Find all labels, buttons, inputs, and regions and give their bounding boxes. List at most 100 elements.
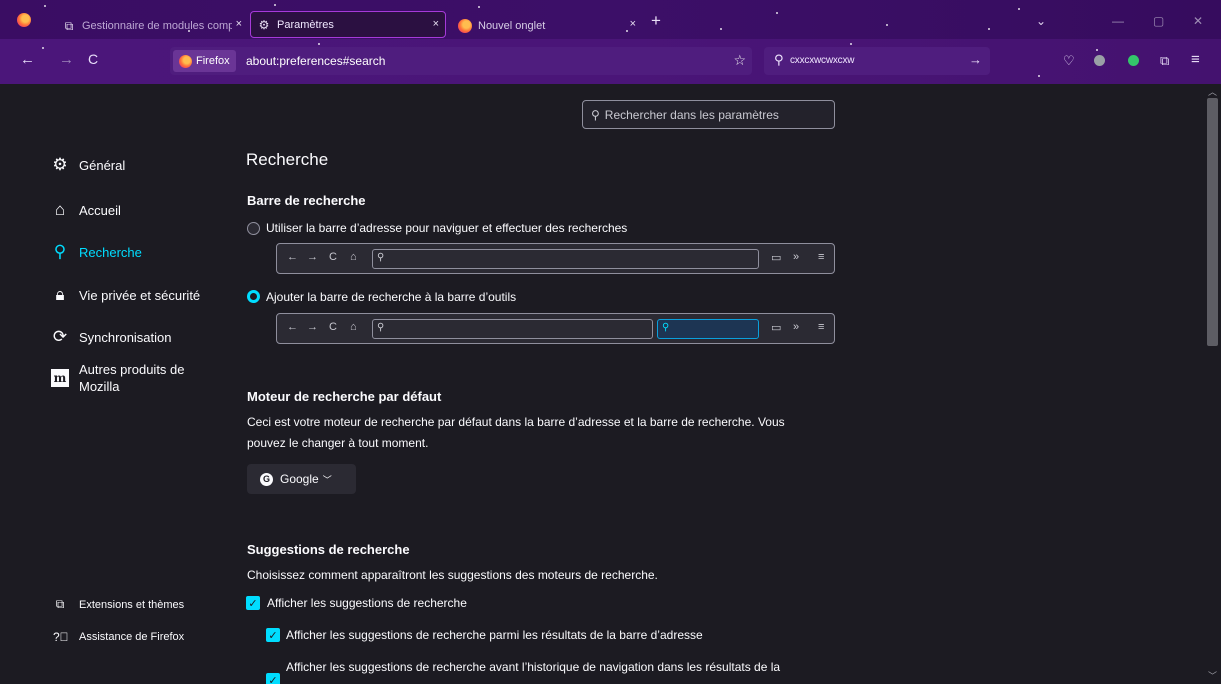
new-tab-button[interactable]: + — [651, 12, 661, 29]
search-go-button[interactable]: → — [969, 52, 982, 67]
theme-star — [886, 24, 888, 26]
checkbox-show-suggestions-label[interactable]: Afficher les suggestions de recherche — [267, 593, 467, 614]
theme-star — [720, 28, 722, 30]
theme-star — [318, 43, 320, 45]
sidebar-item-addons[interactable]: ⧉ Extensions et thèmes — [53, 597, 184, 612]
extension-icon[interactable] — [1128, 55, 1139, 66]
tab-settings[interactable]: ⚙ Paramètres × — [250, 11, 446, 38]
close-window-button[interactable]: ✕ — [1193, 14, 1203, 28]
arrow-right-icon: → — [307, 251, 318, 263]
sidebar-item-label: Général — [79, 157, 126, 173]
tab-new-tab[interactable]: Nouvel onglet × — [452, 12, 642, 40]
sidebar-item-search[interactable]: ⚲ Recherche — [50, 242, 142, 262]
sidebar-item-label: Extensions et thèmes — [79, 598, 185, 611]
tab-bar: ⧉ Gestionnaire de modules comp × ⚙ Param… — [0, 0, 1221, 39]
search-bar[interactable]: ⚲ cxxcxwcwxcxw → — [764, 47, 990, 75]
sidebar-item-label: Autres produits de Mozilla — [79, 362, 185, 394]
arrow-left-icon: ← — [287, 251, 298, 263]
chevron-down-icon: ﹀ — [322, 474, 332, 485]
overflow-icon: » — [793, 321, 800, 333]
tab-close-button[interactable]: × — [236, 18, 242, 30]
preview-search-field: ⚲ — [657, 319, 759, 339]
menu-icon: ≡ — [818, 321, 825, 333]
firefox-menu-icon[interactable] — [17, 13, 31, 27]
minimize-button[interactable]: — — [1112, 14, 1124, 28]
search-icon: ⚲ — [774, 52, 784, 67]
theme-star — [1038, 75, 1040, 77]
back-button[interactable]: ← — [20, 51, 35, 68]
search-icon: ⚲ — [662, 322, 670, 333]
find-placeholder: Rechercher dans les paramètres — [604, 107, 779, 122]
help-icon: ?⃝ — [53, 630, 69, 644]
theme-star — [274, 4, 276, 6]
sidebar-item-sync[interactable]: ⟳ Synchronisation — [50, 327, 172, 347]
checkbox-suggestions-in-address-bar[interactable]: ✓ — [266, 628, 280, 642]
reload-button[interactable]: C — [88, 51, 98, 67]
home-icon: ⌂ — [54, 200, 66, 219]
forward-button[interactable]: → — [59, 51, 74, 68]
search-bar-value[interactable]: cxxcxwcwxcxw — [790, 55, 854, 66]
identity-box[interactable]: Firefox — [173, 50, 236, 72]
tab-close-button[interactable]: × — [630, 18, 636, 30]
radio-add-search-bar[interactable] — [247, 290, 260, 303]
default-engine-select[interactable]: G Google ﹀ — [247, 464, 356, 494]
theme-star — [850, 43, 852, 45]
search-icon: ⚲ — [53, 242, 67, 261]
suggestions-description: Choisissez comment apparaîtront les sugg… — [247, 568, 658, 582]
sidebar-item-home[interactable]: ⌂ Accueil — [50, 200, 121, 220]
bookmark-star-icon[interactable]: ☆ — [733, 52, 746, 69]
reload-icon: C — [329, 321, 337, 333]
restore-button[interactable]: ▢ — [1153, 14, 1164, 28]
extensions-puzzle-icon[interactable]: ⧉ — [1160, 53, 1169, 69]
checkbox-suggestions-before-history-label[interactable]: Afficher les suggestions de recherche av… — [286, 657, 780, 678]
pocket-icon[interactable]: ♡ — [1063, 53, 1075, 69]
checkbox-suggestions-before-history[interactable]: ✓ — [266, 673, 280, 684]
reload-icon: C — [329, 251, 337, 263]
scroll-up-arrow-icon[interactable]: ︿ — [1208, 85, 1217, 98]
sidebar-item-more-from-mozilla[interactable]: m Autres produits de Mozilla — [50, 361, 185, 395]
tab-addons-manager[interactable]: ⧉ Gestionnaire de modules comp × — [56, 12, 248, 40]
firefox-icon — [179, 54, 192, 68]
gear-icon: ⚙ — [52, 155, 68, 174]
list-all-tabs-button[interactable]: ⌄ — [1036, 14, 1046, 28]
sidebar-item-support[interactable]: ?⃝ Assistance de Firefox — [53, 630, 184, 644]
radio-add-search-bar-label[interactable]: Ajouter la barre de recherche à la barre… — [266, 290, 516, 304]
puzzle-icon: ⧉ — [64, 18, 74, 33]
scroll-down-arrow-icon[interactable]: ﹀ — [1208, 669, 1217, 682]
url-text[interactable]: about:preferences#search — [246, 54, 385, 68]
default-engine-description: Ceci est votre moteur de recherche par d… — [247, 415, 785, 450]
radio-use-address-bar[interactable] — [247, 222, 260, 235]
default-engine-value: Google — [280, 472, 319, 486]
scroll-thumb[interactable] — [1207, 98, 1218, 346]
sidebar-icon: ▭ — [771, 252, 782, 264]
find-in-settings-input[interactable]: ⚲ Rechercher dans les paramètres — [582, 100, 835, 129]
radio-use-address-bar-label[interactable]: Utiliser la barre d’adresse pour navigue… — [266, 221, 627, 235]
sidebar-icon: ▭ — [771, 322, 782, 334]
theme-star — [44, 5, 46, 7]
theme-star — [42, 47, 44, 49]
checkbox-suggestions-in-address-bar-label[interactable]: Afficher les suggestions de recherche pa… — [286, 625, 703, 646]
theme-star — [988, 28, 990, 30]
identity-label: Firefox — [196, 55, 230, 67]
tab-close-button[interactable]: × — [433, 18, 439, 30]
page-scrollbar[interactable]: ︿ ﹀ — [1204, 84, 1221, 684]
search-icon: ⚲ — [377, 252, 385, 263]
tab-label: Gestionnaire de modules comp — [82, 20, 232, 32]
page-title: Recherche — [246, 150, 329, 169]
arrow-left-icon: ← — [287, 321, 298, 333]
menu-icon: ≡ — [818, 251, 825, 263]
tab-label: Nouvel onglet — [478, 20, 546, 32]
address-bar[interactable]: Firefox about:preferences#search ☆ — [170, 47, 752, 75]
app-menu-icon[interactable]: ≡ — [1191, 51, 1200, 68]
firefox-icon — [458, 19, 472, 33]
sidebar-item-privacy[interactable]: 🔒︎ Vie privée et sécurité — [50, 285, 200, 305]
checkbox-show-suggestions[interactable]: ✓ — [246, 596, 260, 610]
sidebar-item-general[interactable]: ⚙ Général — [50, 155, 125, 175]
home-icon: ⌂ — [350, 251, 357, 263]
google-icon: G — [260, 472, 273, 486]
sidebar-item-label: Recherche — [79, 244, 142, 260]
overflow-icon: » — [793, 251, 800, 263]
preferences-page: ⚲ Rechercher dans les paramètres ⚙ Génér… — [0, 84, 1204, 684]
lock-icon: 🔒︎ — [55, 285, 65, 304]
extension-icon[interactable] — [1094, 55, 1105, 66]
